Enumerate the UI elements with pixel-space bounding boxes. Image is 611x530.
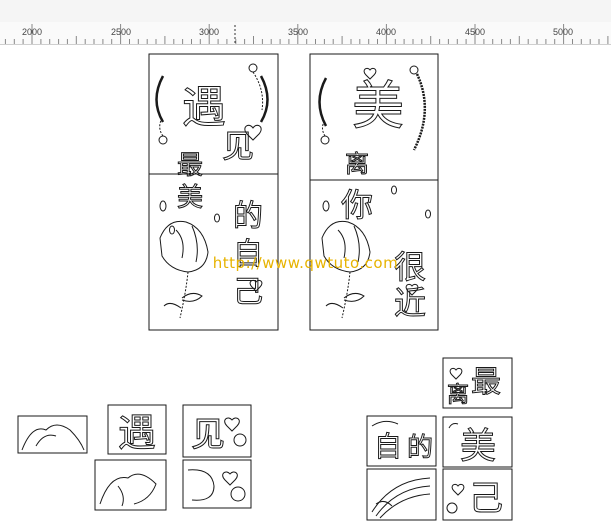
ornament-circle bbox=[248, 63, 258, 73]
ornament-circle bbox=[158, 135, 168, 145]
char-yu-piece: 遇 bbox=[118, 411, 156, 455]
piece-swirl bbox=[182, 459, 252, 509]
char-yu: 遇 bbox=[182, 82, 226, 133]
piece-swoosh bbox=[366, 468, 437, 521]
ruler-label-4000: 4000 bbox=[375, 27, 397, 37]
ornament-circle bbox=[409, 65, 419, 75]
char-li: 离 bbox=[345, 150, 369, 178]
bracket-left bbox=[318, 77, 328, 127]
bracket-right bbox=[412, 73, 426, 151]
piece-char-yu: 遇 bbox=[107, 404, 167, 456]
char-ji-piece: 己 bbox=[469, 479, 503, 519]
bracket-left bbox=[155, 75, 165, 123]
piece-zi-de: 自 的 bbox=[366, 415, 437, 467]
heart-icon bbox=[224, 417, 240, 432]
petal-icon bbox=[159, 200, 167, 212]
char-mei-piece: 美 bbox=[460, 426, 496, 467]
drawing-canvas[interactable]: 遇 见 最 美 的 自 己 美 离 你 很 近 遇 见 最 离 自 的 美 己 bbox=[0, 44, 611, 530]
char-zui: 最 bbox=[177, 151, 203, 181]
ornament-circle bbox=[320, 135, 330, 145]
char-mei: 美 bbox=[177, 183, 203, 213]
ruler-label-3000: 3000 bbox=[198, 27, 220, 37]
ruler-label-3500: 3500 bbox=[287, 27, 309, 37]
char-zi-piece: 自 bbox=[374, 430, 402, 463]
rose-icon bbox=[159, 220, 209, 319]
piece-char-jian: 见 bbox=[182, 404, 252, 458]
horizontal-ruler[interactable]: 2000 2500 3000 3500 4000 4500 5000 bbox=[0, 22, 611, 45]
stamp-design-right[interactable]: 美 离 你 很 近 bbox=[309, 53, 439, 331]
bracket-right bbox=[259, 75, 269, 123]
petal-icon bbox=[425, 209, 431, 219]
heart-icon bbox=[449, 367, 463, 380]
rose-icon bbox=[321, 220, 371, 319]
cut-pieces-right[interactable]: 最 离 自 的 美 己 bbox=[366, 357, 513, 521]
char-hen: 很 bbox=[394, 248, 426, 286]
char-jian-piece: 见 bbox=[191, 415, 225, 455]
piece-mei: 美 bbox=[442, 416, 513, 468]
petal-icon bbox=[322, 200, 330, 212]
cut-pieces-left[interactable]: 遇 见 bbox=[17, 404, 252, 511]
window-top-bar bbox=[0, 0, 611, 22]
char-zui-piece: 最 bbox=[471, 365, 501, 400]
char-ni: 你 bbox=[341, 186, 373, 224]
leaf-icon bbox=[325, 302, 344, 309]
char-zi: 自 bbox=[233, 237, 263, 272]
stamp-design-left[interactable]: 遇 见 最 美 的 自 己 bbox=[148, 53, 279, 331]
petal-icon bbox=[391, 185, 397, 195]
heart-icon bbox=[451, 483, 465, 496]
piece-zui-li: 最 离 bbox=[442, 357, 513, 409]
ruler-label-2000: 2000 bbox=[21, 27, 43, 37]
char-de: 的 bbox=[233, 199, 263, 234]
ruler-label-4500: 4500 bbox=[464, 27, 486, 37]
piece-ji: 己 bbox=[442, 468, 513, 521]
ruler-label-5000: 5000 bbox=[552, 27, 574, 37]
piece-petal-wide bbox=[17, 415, 88, 454]
petal-icon bbox=[214, 213, 220, 223]
heart-icon bbox=[222, 471, 238, 486]
leaf-icon bbox=[163, 302, 182, 309]
petal-icon bbox=[169, 225, 175, 235]
char-jin: 近 bbox=[394, 284, 426, 322]
char-li-piece: 离 bbox=[447, 383, 469, 408]
char-mei-large: 美 bbox=[352, 77, 404, 137]
piece-rose bbox=[94, 459, 167, 511]
char-jian: 见 bbox=[222, 127, 254, 165]
ruler-label-2500: 2500 bbox=[110, 27, 132, 37]
char-de-piece: 的 bbox=[407, 433, 433, 463]
